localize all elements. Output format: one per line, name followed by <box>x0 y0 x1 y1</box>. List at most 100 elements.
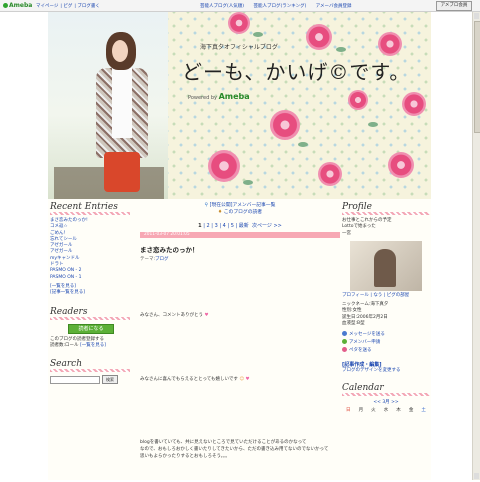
readers-list-link[interactable]: [一覧を見る] <box>80 343 106 348</box>
readers-heading: Readers <box>50 306 88 317</box>
section-divider <box>50 316 130 320</box>
vertical-scrollbar[interactable] <box>472 12 480 480</box>
nav-write-blog[interactable]: ブログ書く <box>77 4 100 9</box>
page-link[interactable]: 3 <box>215 223 218 229</box>
mail-icon <box>342 331 347 337</box>
next-page-link[interactable]: 次ページ >> <box>252 223 282 229</box>
powered-brand[interactable]: Ameba <box>219 92 250 101</box>
page-last-link[interactable]: 最新 <box>239 223 249 229</box>
blog-readers-text[interactable]: このブログの読者 <box>224 210 262 215</box>
entry-date-bar: 2011-03-07 20:01:05 <box>140 232 340 238</box>
send-peta-text[interactable]: ペタを送る <box>349 348 372 353</box>
section-divider <box>342 212 430 215</box>
page-link[interactable]: 2 <box>207 223 210 229</box>
blog-title[interactable]: どーも、かいげ©です。 <box>182 56 410 85</box>
right-sidebar: Profile お仕事とこれからの予定 Lottoで始まった 一宮 プロフィール… <box>342 202 430 413</box>
header-photo <box>54 32 164 199</box>
profile-photo-figure <box>374 248 396 287</box>
tool-celeb-blog-ranking[interactable]: 芸能人ブログ(ランキング) <box>253 4 306 9</box>
blog-page: 海下真夕オフィシャルブログ どーも、かいげ©です。 Powered by Ame… <box>48 12 431 480</box>
send-message-text[interactable]: メッセージを送る <box>349 332 385 337</box>
nav-pigg[interactable]: ピグ <box>63 4 72 9</box>
tool-register[interactable]: アメーバ会員登録 <box>316 4 352 9</box>
send-peta-link[interactable]: ペタを送る <box>342 347 430 355</box>
blog-header[interactable]: 海下真夕オフィシャルブログ どーも、かいげ©です。 Powered by Ame… <box>48 12 431 199</box>
leaf-decoration <box>243 180 253 185</box>
entry-list-link[interactable]: [記事一覧を見る] <box>50 290 130 296</box>
entry-paragraph: blogを書いていても、共に見えないところで見ていただけることがあるのかなって <box>140 440 307 445</box>
pigg-room-link[interactable]: ピグの部屋 <box>387 293 410 298</box>
magnifier-icon: ⚲ <box>204 203 209 208</box>
blog-readers-link[interactable]: ♦ このブログの読者 <box>140 210 340 216</box>
ameba-top-bar: Ameba マイページ | ピグ | ブログ書く 芸能人ブログ(人気順) 芸能人ブロ… <box>0 0 480 12</box>
entry-paragraph: みなさんに喜んでもらえるととっても嬉しいです ☺ ♥ <box>140 376 250 383</box>
leaf-decoration <box>298 142 308 147</box>
login-button[interactable]: アメブロ会員 <box>436 1 472 11</box>
recent-entry-link[interactable]: PASMO ON - 1 <box>50 275 130 281</box>
flower-decoration <box>402 92 426 116</box>
leaf-decoration <box>253 32 263 37</box>
weekday-label: 木 <box>396 407 401 413</box>
nav-mypage[interactable]: マイページ <box>36 4 58 9</box>
calendar-month-nav[interactable]: << 3月 >> <box>342 399 430 405</box>
profile-intro: お仕事とこれからの予定 Lottoで始まった 一宮 <box>342 218 430 237</box>
section-divider <box>50 369 130 373</box>
profile-link[interactable]: プロフィール <box>342 293 369 298</box>
amember-entry-list-link[interactable]: ⚲ [現在公開]アメンバー記事一覧 <box>140 202 340 210</box>
entry-body: みなさん、コメントありがとう ♥ みなさんに喜んでもらえるととっても嬉しいです … <box>140 262 340 482</box>
left-sidebar: Recent Entries まさ恋みたのっか! コメ返☆ ごめん！ 忘れてシー… <box>50 202 130 385</box>
calendar: << 3月 >> 日 月 火 水 木 金 土 <box>342 399 430 413</box>
profile-photo[interactable] <box>350 240 422 291</box>
pagination: 1 | 2 | 3 | 4 | 5 | 最新 次ページ >> <box>198 223 282 229</box>
send-message-link[interactable]: メッセージを送る <box>342 331 430 339</box>
flower-decoration <box>378 32 402 56</box>
entry-paragraph: 思いもよらかったりするとおもしろそう。。。 <box>140 454 230 459</box>
entry-paragraph: みなさん、コメントありがとう ♥ <box>140 312 208 319</box>
flower-decoration <box>388 152 414 178</box>
scrollbar-thumb[interactable] <box>474 21 480 133</box>
profile-actions: メッセージを送る アメンバー申請 ペタを送る <box>342 331 430 355</box>
search-input[interactable] <box>50 375 100 384</box>
change-design-link[interactable]: ブログのデザインを変更する <box>342 368 430 374</box>
tool-celeb-blog-popular[interactable]: 芸能人ブログ(人気順) <box>200 4 244 9</box>
flower-decoration <box>318 162 342 186</box>
amember-apply-link[interactable]: アメンバー申請 <box>342 339 430 347</box>
photo-skirt <box>104 152 140 192</box>
section-divider <box>342 392 430 396</box>
search-heading: Search <box>50 359 82 370</box>
weekday-label: 日 <box>346 407 351 413</box>
search-button[interactable]: 検索 <box>102 375 118 385</box>
calendar-heading: Calendar <box>342 382 384 393</box>
now-link[interactable]: なう <box>373 293 382 298</box>
top-tools: 芸能人ブログ(人気順) 芸能人ブログ(ランキング) アメーバ会員登録 <box>200 3 360 9</box>
entry-title[interactable]: まさ恋みたのっか！ <box>140 244 340 254</box>
become-reader-button[interactable]: 読者になる <box>68 323 114 334</box>
bell-icon: ♦ <box>217 210 223 215</box>
page-link[interactable]: 4 <box>223 223 226 229</box>
amember-apply-text[interactable]: アメンバー申請 <box>349 340 380 345</box>
leaf-decoration <box>368 122 378 127</box>
entry-paragraph: なので、おもしろおかしく書いたりしてきたいから、ただの書き込み用てないのでないか… <box>140 447 329 452</box>
profile-heading: Profile <box>342 202 372 212</box>
ameba-logo-icon <box>3 3 8 8</box>
ameba-logo[interactable]: Ameba <box>3 2 32 9</box>
profile-line: 一宮 <box>342 230 351 236</box>
scroll-down-arrow-icon[interactable] <box>474 473 479 479</box>
flower-decoration <box>270 110 300 140</box>
page-link[interactable]: 5 <box>231 223 234 229</box>
blog-subtitle: 海下真夕オフィシャルブログ <box>200 44 278 51</box>
amember-entry-list-text[interactable]: [現在公開]アメンバー記事一覧 <box>210 203 276 208</box>
ameba-logo-text: Ameba <box>9 2 33 9</box>
scroll-up-arrow-icon[interactable] <box>474 13 479 19</box>
powered-by-label: Powered by <box>188 95 217 101</box>
main-content: ⚲ [現在公開]アメンバー記事一覧 ♦ このブログの読者 1 | 2 | 3 |… <box>140 202 340 482</box>
section-divider <box>50 212 130 215</box>
entry-paragraph-text: みなさん、コメントありがとう <box>140 313 203 318</box>
readers-count: 読者数:ロール <box>50 342 79 348</box>
readers-count-row: 読者数:ロール [一覧を見る] <box>50 343 130 349</box>
weekday-label: 金 <box>408 407 414 413</box>
smile-emoji-icon: ☺ <box>239 377 245 382</box>
weekday-label: 月 <box>358 407 364 413</box>
leaf-decoration <box>336 47 346 52</box>
heart-emoji-icon: ♥ <box>204 313 209 318</box>
